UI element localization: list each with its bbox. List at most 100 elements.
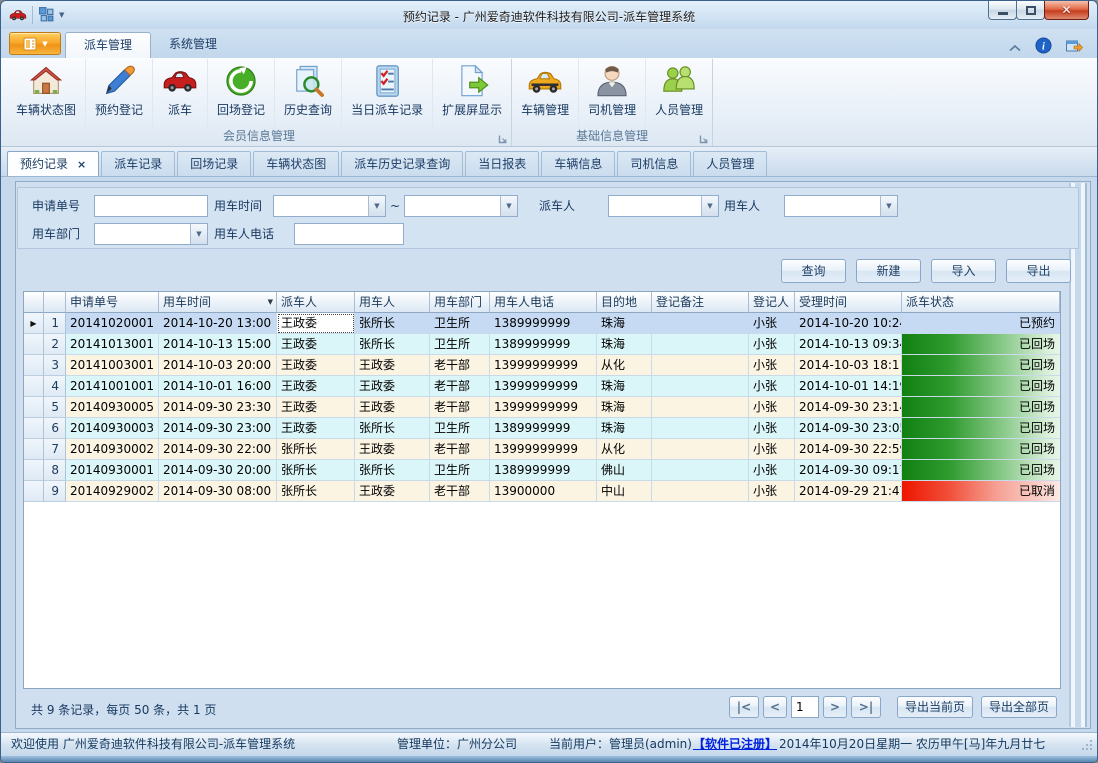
table-cell[interactable]: 小张: [749, 313, 795, 334]
table-cell[interactable]: 小张: [749, 439, 795, 460]
dispatch-status-cell[interactable]: 已回场: [902, 376, 1060, 397]
ribbon-button-return-register[interactable]: 回场登记: [207, 59, 274, 129]
column-header[interactable]: 申请单号: [66, 292, 159, 313]
table-cell[interactable]: 2014-10-13 15:00: [159, 334, 277, 355]
table-cell[interactable]: 王政委: [277, 313, 355, 334]
table-cell[interactable]: 卫生所: [430, 313, 490, 334]
table-cell[interactable]: 王政委: [277, 334, 355, 355]
table-cell[interactable]: 2014-09-30 23:00: [159, 418, 277, 439]
resize-grip-icon[interactable]: [1081, 739, 1093, 751]
row-indicator[interactable]: ▶: [24, 313, 44, 334]
dialog-launcher-icon[interactable]: [498, 133, 508, 143]
application-menu-button[interactable]: ▼: [9, 32, 61, 55]
table-cell[interactable]: 王政委: [355, 355, 430, 376]
table-cell[interactable]: 小张: [749, 418, 795, 439]
table-cell[interactable]: 老干部: [430, 376, 490, 397]
table-cell[interactable]: 13999999999: [490, 355, 597, 376]
ribbon-button-vehicle-status-chart[interactable]: 车辆状态图: [7, 59, 85, 129]
table-cell[interactable]: 2014-09-30 23:14: [795, 397, 902, 418]
column-header[interactable]: 登记备注: [652, 292, 749, 313]
table-cell[interactable]: 珠海: [597, 397, 652, 418]
row-number[interactable]: 2: [44, 334, 66, 355]
table-cell[interactable]: 20140930005: [66, 397, 159, 418]
window-switch-icon[interactable]: [1065, 37, 1083, 54]
ribbon-button-vehicle-management[interactable]: 车辆管理: [512, 59, 578, 129]
table-cell[interactable]: [652, 439, 749, 460]
row-number[interactable]: 1: [44, 313, 66, 334]
row-number[interactable]: 7: [44, 439, 66, 460]
dispatch-status-cell[interactable]: 已取消: [902, 481, 1060, 502]
table-cell[interactable]: 卫生所: [430, 334, 490, 355]
dispatch-status-cell[interactable]: 已回场: [902, 418, 1060, 439]
minimize-button[interactable]: [988, 1, 1017, 20]
column-header[interactable]: 用车部门: [430, 292, 490, 313]
doc-tab-personnel-management[interactable]: 人员管理: [693, 151, 767, 176]
column-header[interactable]: 登记人: [749, 292, 795, 313]
row-number[interactable]: 9: [44, 481, 66, 502]
column-header[interactable]: 派车状态: [902, 292, 1060, 313]
table-cell[interactable]: 王政委: [277, 376, 355, 397]
first-page-button[interactable]: |<: [729, 696, 759, 718]
doc-tab-driver-info[interactable]: 司机信息: [617, 151, 691, 176]
table-cell[interactable]: 王政委: [355, 397, 430, 418]
column-header[interactable]: 派车人: [277, 292, 355, 313]
row-number[interactable]: 6: [44, 418, 66, 439]
column-header[interactable]: 用车时间▼: [159, 292, 277, 313]
row-number[interactable]: 5: [44, 397, 66, 418]
row-indicator[interactable]: [24, 418, 44, 439]
table-cell[interactable]: 2014-09-30 22:00: [159, 439, 277, 460]
table-cell[interactable]: 王政委: [355, 481, 430, 502]
query-button[interactable]: 查询: [781, 259, 846, 283]
doc-tab-return-records[interactable]: 回场记录: [177, 151, 251, 176]
table-cell[interactable]: 珠海: [597, 334, 652, 355]
phone-input[interactable]: [294, 223, 404, 245]
dropdown-icon[interactable]: ▼: [880, 196, 897, 216]
ribbon-button-history-query[interactable]: 历史查询: [274, 59, 341, 129]
close-tab-icon[interactable]: ×: [77, 159, 86, 170]
column-header[interactable]: 用车人电话: [490, 292, 597, 313]
info-icon[interactable]: i: [1035, 37, 1052, 54]
table-cell[interactable]: 20141020001: [66, 313, 159, 334]
ribbon-button-extended-screen[interactable]: 扩展屏显示: [432, 59, 511, 129]
row-indicator[interactable]: [24, 439, 44, 460]
table-cell[interactable]: 2014-09-30 22:59: [795, 439, 902, 460]
close-button[interactable]: ✕: [1044, 1, 1089, 20]
table-cell[interactable]: 张所长: [355, 334, 430, 355]
table-cell[interactable]: 13900000: [490, 481, 597, 502]
doc-tab-vehicle-status-chart[interactable]: 车辆状态图: [253, 151, 339, 176]
table-cell[interactable]: 2014-09-29 21:47: [795, 481, 902, 502]
table-cell[interactable]: 2014-10-20 13:00: [159, 313, 277, 334]
table-cell[interactable]: 2014-10-01 14:19: [795, 376, 902, 397]
row-indicator[interactable]: [24, 376, 44, 397]
user-combo[interactable]: ▼: [784, 195, 898, 217]
table-cell[interactable]: [652, 376, 749, 397]
table-cell[interactable]: 1389999999: [490, 460, 597, 481]
table-cell[interactable]: 王政委: [355, 439, 430, 460]
doc-tab-vehicle-info[interactable]: 车辆信息: [541, 151, 615, 176]
sort-descending-icon[interactable]: ▼: [268, 292, 273, 312]
table-cell[interactable]: 2014-09-30 08:00: [159, 481, 277, 502]
table-cell[interactable]: 20140930001: [66, 460, 159, 481]
table-cell[interactable]: 2014-10-20 10:24: [795, 313, 902, 334]
import-button[interactable]: 导入: [931, 259, 996, 283]
table-cell[interactable]: 13999999999: [490, 397, 597, 418]
next-page-button[interactable]: >: [823, 696, 847, 718]
row-number[interactable]: 8: [44, 460, 66, 481]
table-cell[interactable]: 佛山: [597, 460, 652, 481]
table-cell[interactable]: 2014-10-01 16:00: [159, 376, 277, 397]
page-number-input[interactable]: [791, 696, 819, 718]
table-cell[interactable]: 张所长: [355, 418, 430, 439]
column-header[interactable]: 目的地: [597, 292, 652, 313]
dispatch-status-cell[interactable]: 已回场: [902, 460, 1060, 481]
export-button[interactable]: 导出: [1006, 259, 1071, 283]
table-cell[interactable]: 20140930003: [66, 418, 159, 439]
table-cell[interactable]: [652, 418, 749, 439]
doc-tab-dispatch-history-query[interactable]: 派车历史记录查询: [341, 151, 463, 176]
dispatch-status-cell[interactable]: 已预约: [902, 313, 1060, 334]
row-indicator[interactable]: [24, 481, 44, 502]
table-cell[interactable]: 20140929002: [66, 481, 159, 502]
dialog-launcher-icon[interactable]: [699, 133, 709, 143]
ribbon-button-reservation-register[interactable]: 预约登记: [85, 59, 152, 129]
table-cell[interactable]: 20140930002: [66, 439, 159, 460]
table-cell[interactable]: 2014-10-03 18:11: [795, 355, 902, 376]
